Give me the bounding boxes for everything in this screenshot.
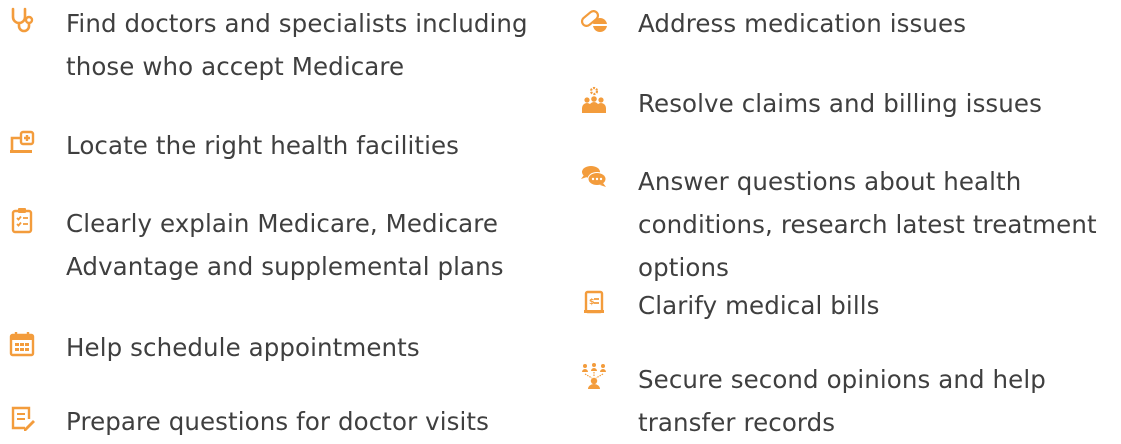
list-item-label: Clarify medical bills: [638, 291, 880, 320]
list-item: Address medication issues: [580, 2, 1118, 45]
list-item-label: Answer questions about health conditions…: [638, 167, 1097, 282]
list-item: Help schedule appointments: [8, 326, 536, 369]
team-gear-icon: [580, 86, 608, 114]
people-network-icon: [580, 362, 608, 390]
list-item-label: Clearly explain Medicare, Medicare Advan…: [66, 209, 504, 281]
stethoscope-icon: [8, 6, 36, 34]
list-item: Clearly explain Medicare, Medicare Advan…: [8, 202, 536, 288]
list-item: Locate the right health facilities: [8, 124, 536, 167]
list-item: Secure second opinions and help transfer…: [580, 358, 1118, 444]
list-item: Prepare questions for doctor visits: [8, 400, 536, 443]
list-item: Answer questions about health conditions…: [580, 160, 1118, 289]
list-item: $ Clarify medical bills: [580, 284, 1118, 327]
list-item-label: Address medication issues: [638, 9, 967, 38]
list-item-label: Locate the right health facilities: [66, 131, 460, 160]
list-item-label: Secure second opinions and help transfer…: [638, 365, 1046, 437]
calendar-icon: [8, 330, 36, 358]
chat-bubbles-icon: [580, 164, 608, 192]
list-item-label: Find doctors and specialists including t…: [66, 9, 528, 81]
list-item-label: Prepare questions for doctor visits: [66, 407, 490, 436]
notes-pen-icon: [8, 404, 36, 432]
list-item-label: Help schedule appointments: [66, 333, 420, 362]
bill-document-icon: $: [580, 288, 608, 316]
pill-icon: [580, 6, 608, 34]
hospital-laptop-icon: [8, 128, 36, 156]
list-item: Resolve claims and billing issues: [580, 82, 1118, 125]
list-item: Find doctors and specialists including t…: [8, 2, 536, 88]
clipboard-checklist-icon: [8, 206, 36, 234]
list-item-label: Resolve claims and billing issues: [638, 89, 1042, 118]
